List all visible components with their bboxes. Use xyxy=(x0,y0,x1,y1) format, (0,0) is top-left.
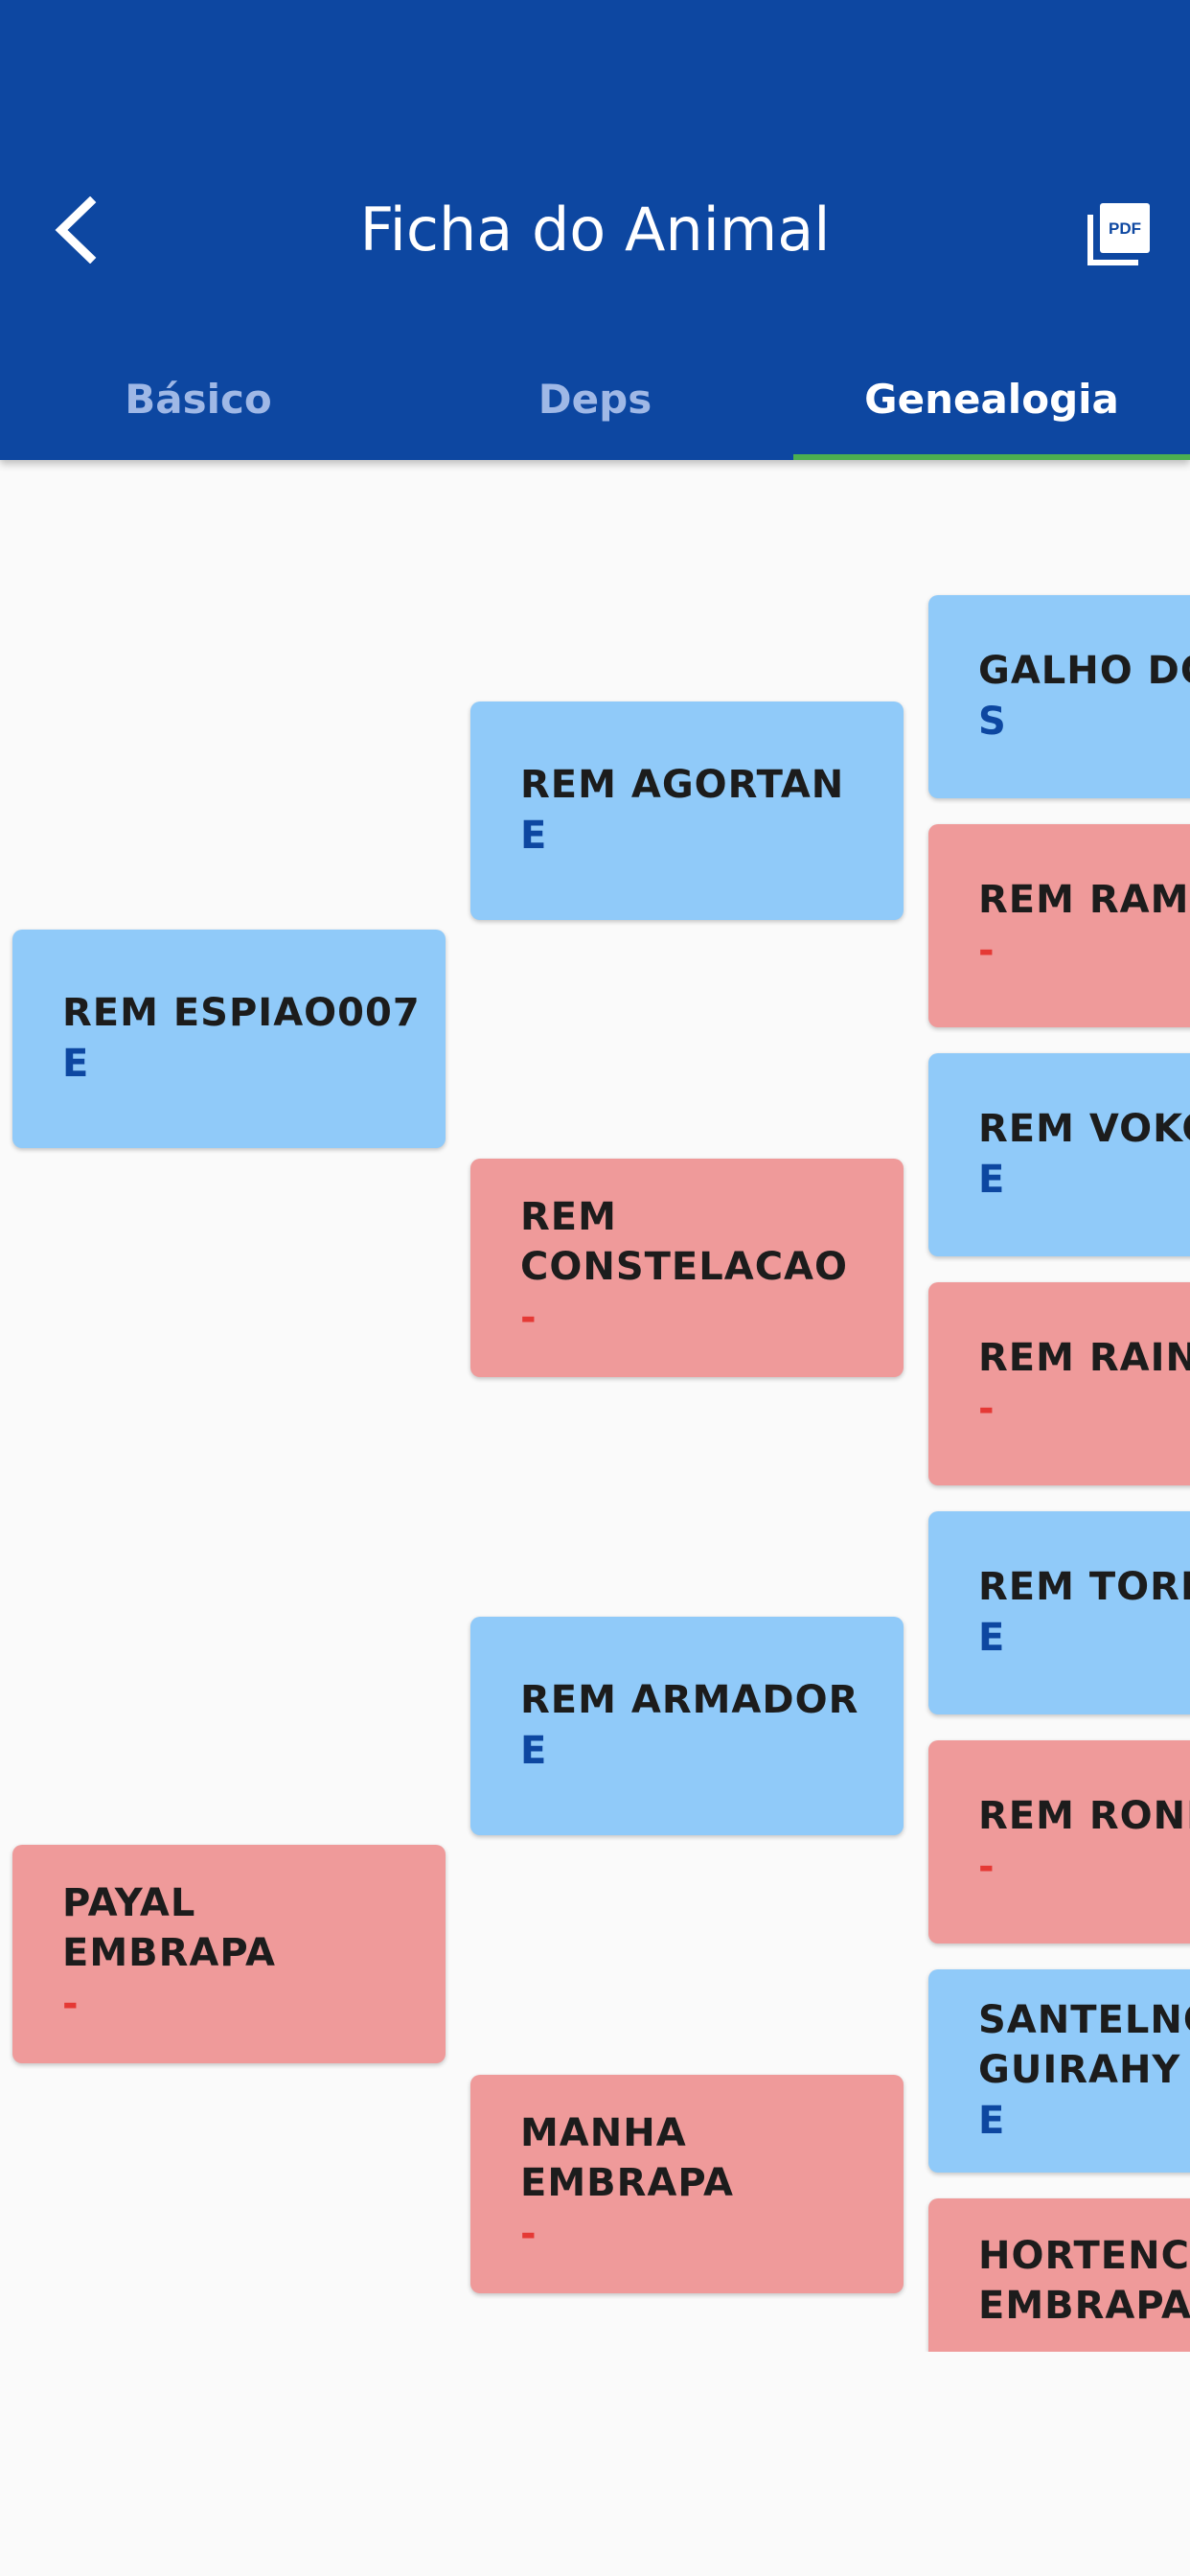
great-grandparent-card[interactable]: GALHO DO S xyxy=(928,595,1190,798)
animal-grade: S xyxy=(978,700,1007,744)
page-title: Ficha do Animal xyxy=(359,195,831,264)
animal-grade: E xyxy=(520,814,548,858)
great-grandparent-card[interactable]: REM ROND - xyxy=(928,1740,1190,1944)
animal-grade: - xyxy=(520,2212,538,2256)
great-grandparent-card[interactable]: REM RAMIS - xyxy=(928,824,1190,1027)
pedigree-tree: REM ESPIAO007 E PAYAL EMBRAPA - REM AGOR… xyxy=(0,460,1190,2352)
grandparent-card[interactable]: REM ARMADOR E xyxy=(470,1617,904,1835)
animal-name: SANTELNO GUIRAHY xyxy=(978,1998,1190,2092)
animal-grade: E xyxy=(978,2099,1006,2143)
tab-bar: Básico Deps Genealogia xyxy=(0,337,1190,460)
great-grandparent-card[interactable]: REM RAINA - xyxy=(928,1282,1190,1485)
animal-name: REM AGORTAN xyxy=(520,763,845,807)
parent-sire-card[interactable]: REM ESPIAO007 E xyxy=(12,930,446,1148)
animal-grade: - xyxy=(520,1296,538,1340)
animal-name: REM VOKO xyxy=(978,1107,1190,1151)
tab-genealogia[interactable]: Genealogia xyxy=(793,337,1190,460)
animal-name: REM CONSTELACAO xyxy=(520,1195,849,1289)
animal-grade: E xyxy=(62,1042,90,1086)
app-bar: Ficha do Animal PDF Básico Deps Genealog… xyxy=(0,0,1190,460)
animal-grade: - xyxy=(978,1387,995,1431)
animal-name: REM TORIX xyxy=(978,1565,1190,1609)
great-grandparent-card[interactable]: REM VOKO E xyxy=(928,1053,1190,1256)
pdf-icon: PDF xyxy=(1087,203,1150,265)
great-grandparent-card[interactable]: HORTENCI EMBRAPA xyxy=(928,2198,1190,2352)
animal-grade: - xyxy=(978,1845,995,1889)
animal-name: REM RAMIS xyxy=(978,878,1190,922)
animal-name: GALHO DO xyxy=(978,649,1190,693)
animal-name: REM ESPIAO007 xyxy=(62,991,421,1035)
grandparent-card[interactable]: REM AGORTAN E xyxy=(470,702,904,920)
animal-name: REM ROND xyxy=(978,1794,1190,1838)
grandparent-card[interactable]: REM CONSTELACAO - xyxy=(470,1159,904,1377)
great-grandparent-card[interactable]: REM TORIX E xyxy=(928,1511,1190,1714)
grandparent-card[interactable]: MANHA EMBRAPA - xyxy=(470,2075,904,2293)
animal-grade: E xyxy=(978,1616,1006,1660)
animal-name: REM RAINA xyxy=(978,1336,1190,1380)
animal-grade: - xyxy=(978,929,995,973)
animal-grade: E xyxy=(520,1729,548,1773)
great-grandparent-card[interactable]: SANTELNO GUIRAHY E xyxy=(928,1969,1190,2173)
animal-name: REM ARMADOR xyxy=(520,1678,859,1722)
parent-dam-card[interactable]: PAYAL EMBRAPA - xyxy=(12,1845,446,2063)
pdf-export-button[interactable]: PDF xyxy=(1073,188,1165,280)
svg-text:PDF: PDF xyxy=(1109,219,1141,238)
tab-deps[interactable]: Deps xyxy=(397,337,793,460)
animal-grade: E xyxy=(978,1158,1006,1202)
tab-basico[interactable]: Básico xyxy=(0,337,397,460)
animal-name: PAYAL EMBRAPA xyxy=(62,1881,276,1975)
animal-grade: - xyxy=(62,1982,80,2026)
animal-name: HORTENCI EMBRAPA xyxy=(978,2234,1190,2328)
animal-name: MANHA EMBRAPA xyxy=(520,2111,734,2205)
